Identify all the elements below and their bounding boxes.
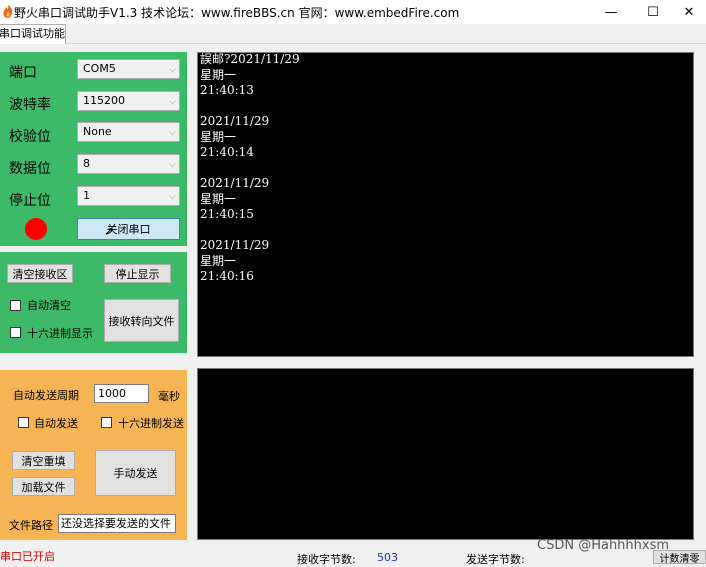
stop-bits-value: 1	[83, 189, 90, 202]
ms-label: 毫秒	[158, 390, 180, 403]
parity-label: 校验位	[9, 129, 51, 145]
file-path-field[interactable]: 还没选择要发送的文件	[58, 514, 176, 533]
data-bits-select[interactable]: 8 ⌵	[77, 154, 180, 174]
receive-text: 誤邮?2021/11/29 星期一 21:40:13 2021/11/29 星期…	[200, 52, 300, 283]
auto-send-checkbox[interactable]	[18, 417, 29, 428]
baud-value: 115200	[83, 94, 125, 107]
window-title: 野火串口调试助手V1.3 技术论坛：www.fireBBS.cn 官网：www.…	[14, 6, 460, 20]
baud-select[interactable]: 115200 ⌵	[77, 91, 180, 111]
tab-divider	[0, 43, 706, 44]
stop-bits-select[interactable]: 1 ⌵	[77, 186, 180, 206]
port-status-indicator	[25, 218, 47, 240]
baud-label: 波特率	[9, 97, 51, 113]
close-port-button[interactable]: 关闭串口	[77, 218, 180, 240]
auto-period-label: 自动发送周期	[13, 389, 79, 402]
maximize-button[interactable]: ☐	[630, 0, 676, 24]
period-input[interactable]: 1000	[94, 384, 149, 403]
chevron-down-icon: ⌵	[169, 65, 176, 75]
load-file-button[interactable]: 加载文件	[12, 477, 75, 496]
data-bits-label: 数据位	[9, 161, 51, 177]
chevron-down-icon: ⌵	[169, 97, 176, 107]
file-path-label: 文件路径	[9, 519, 53, 532]
minimize-button[interactable]: —	[588, 0, 634, 24]
chevron-down-icon: ⌵	[169, 192, 176, 202]
recv-bytes-value: 503	[377, 551, 398, 564]
auto-clear-checkbox[interactable]	[10, 300, 21, 311]
clear-receive-button[interactable]: 清空接收区	[7, 264, 73, 283]
auto-send-label: 自动发送	[34, 417, 78, 430]
stop-display-button[interactable]: 停止显示	[104, 264, 171, 283]
close-button[interactable]: ✕	[672, 0, 706, 24]
hex-send-label: 十六进制发送	[118, 417, 184, 430]
cursor-pointer-icon: ➚	[104, 224, 115, 238]
watermark: CSDN @Hahhhhxsm	[537, 538, 670, 553]
clear-send-button[interactable]: 清空重填	[12, 451, 75, 470]
port-select[interactable]: COM5 ⌵	[77, 59, 180, 79]
data-bits-value: 8	[83, 157, 90, 170]
send-bytes-label: 发送字节数:	[466, 553, 525, 566]
hex-send-checkbox[interactable]	[101, 417, 112, 428]
manual-send-button[interactable]: 手动发送	[95, 450, 176, 496]
port-label: 端口	[9, 65, 37, 81]
port-value: COM5	[83, 62, 116, 75]
tab-serial-debug[interactable]: 串口调试功能	[0, 24, 66, 44]
auto-clear-label: 自动清空	[27, 299, 71, 312]
hex-display-checkbox[interactable]	[10, 327, 21, 338]
chevron-down-icon: ⌵	[169, 128, 176, 138]
parity-value: None	[83, 125, 112, 138]
stop-bits-label: 停止位	[9, 193, 51, 209]
send-area[interactable]	[197, 368, 694, 540]
receive-to-file-button[interactable]: 接收转向文件	[104, 299, 179, 342]
parity-select[interactable]: None ⌵	[77, 122, 180, 142]
hex-display-label: 十六进制显示	[27, 327, 93, 340]
recv-bytes-label: 接收字节数:	[297, 553, 356, 566]
chevron-down-icon: ⌵	[169, 160, 176, 170]
